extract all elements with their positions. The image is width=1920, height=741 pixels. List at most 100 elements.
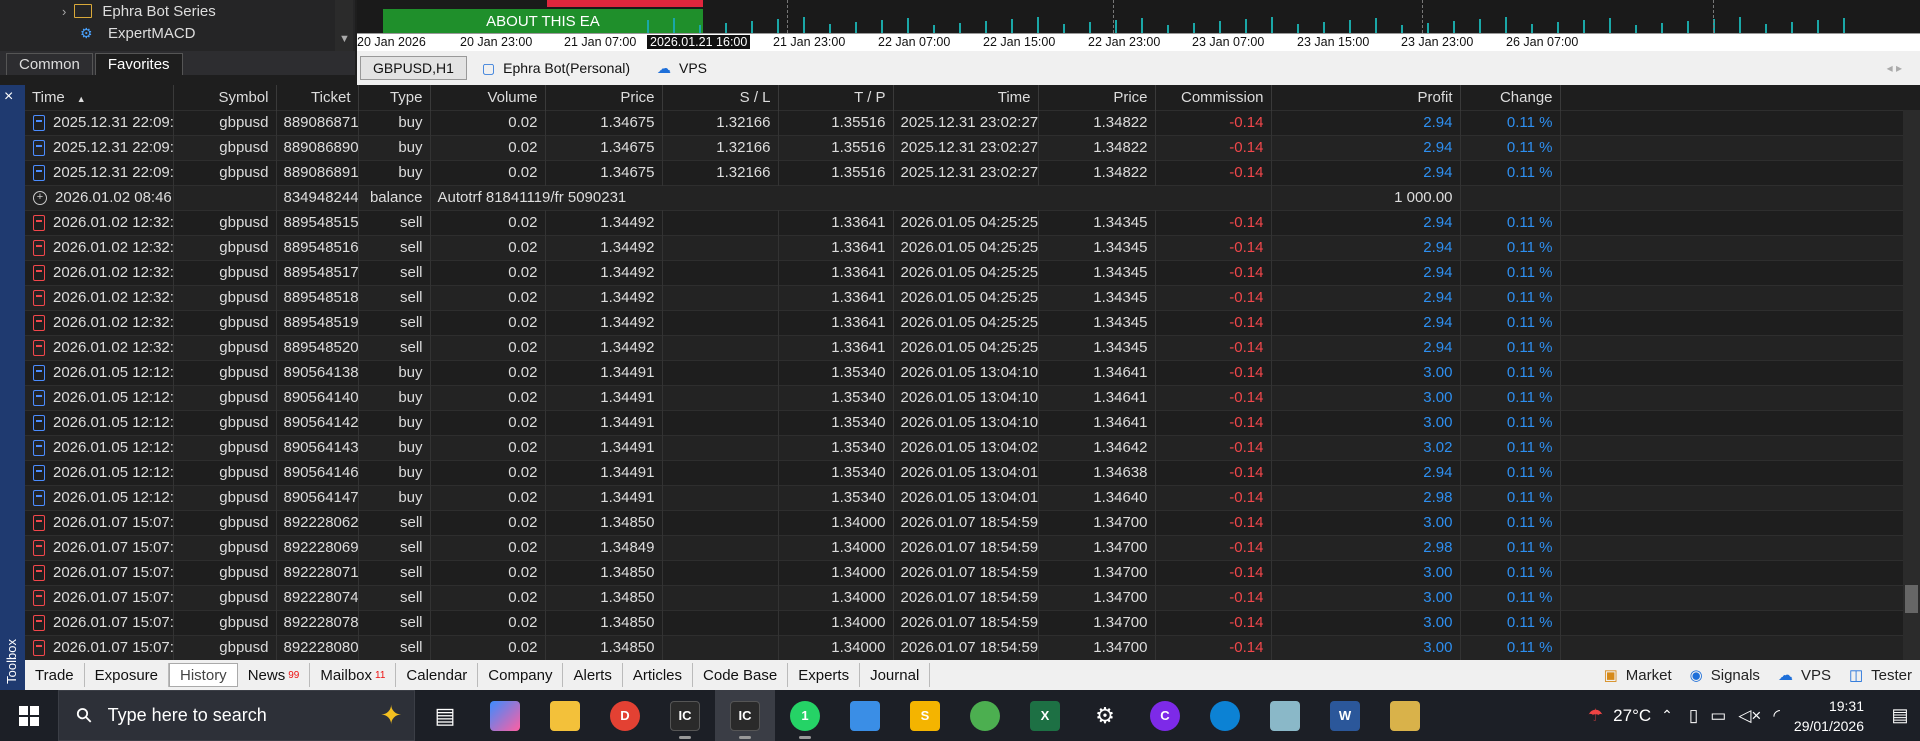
table-row[interactable]: 2026.01.07 15:07:35gbpusd892228069sell0.… bbox=[25, 534, 1903, 560]
axis-label: 23 Jan 15:00 bbox=[1297, 35, 1370, 49]
maps-icon[interactable] bbox=[1375, 690, 1435, 741]
table-scrollbar[interactable] bbox=[1903, 110, 1920, 660]
clock[interactable]: 19:31 29/01/2026 bbox=[1794, 696, 1864, 736]
table-row[interactable]: 2026.01.07 15:07:35gbpusd892228062sell0.… bbox=[25, 509, 1903, 535]
tab-gbpusd-h1[interactable]: GBPUSD,H1 bbox=[360, 56, 467, 80]
vps-button[interactable]: ☁ VPS bbox=[1778, 666, 1831, 685]
table-row[interactable]: 2026.01.05 12:12:18gbpusd890564140buy0.0… bbox=[25, 384, 1903, 410]
file-explorer-icon[interactable] bbox=[535, 690, 595, 741]
volume-icon[interactable]: ◁× bbox=[1738, 706, 1761, 726]
weather-icon[interactable]: ☂ bbox=[1588, 706, 1603, 726]
col-close-price[interactable]: Price bbox=[1038, 85, 1156, 110]
cell-ticket: 889548520 bbox=[276, 334, 359, 360]
table-row[interactable]: 2026.01.07 15:07:36gbpusd892228071sell0.… bbox=[25, 559, 1903, 585]
table-row[interactable]: 2026.01.02 12:32:23gbpusd889548518sell0.… bbox=[25, 284, 1903, 310]
table-row[interactable]: 2026.01.05 12:12:18gbpusd890564146buy0.0… bbox=[25, 459, 1903, 485]
tab-vps[interactable]: ☁ VPS bbox=[645, 56, 719, 80]
photos-icon[interactable] bbox=[835, 690, 895, 741]
weather-temp[interactable]: 27°C bbox=[1613, 706, 1651, 726]
settings-icon[interactable]: ⚙ bbox=[1075, 690, 1135, 741]
table-row[interactable]: 2026.01.07 15:07:36gbpusd892228078sell0.… bbox=[25, 609, 1903, 635]
table-row[interactable]: 2026.01.02 12:32:23gbpusd889548520sell0.… bbox=[25, 334, 1903, 360]
col-tp[interactable]: T / P bbox=[778, 85, 894, 110]
navigator-scrollbar[interactable]: ▼ bbox=[335, 0, 353, 51]
tester-button[interactable]: ◫ Tester bbox=[1849, 666, 1912, 685]
tab-mailbox[interactable]: Mailbox 11 bbox=[310, 663, 397, 687]
edge-icon[interactable] bbox=[1195, 690, 1255, 741]
col-close-time[interactable]: Time bbox=[893, 85, 1039, 110]
tab-ephra-bot[interactable]: ▢ Ephra Bot(Personal) bbox=[470, 56, 642, 80]
slides-icon[interactable]: S bbox=[895, 690, 955, 741]
table-row[interactable]: 2025.12.31 22:09:46gbpusd889086890buy0.0… bbox=[25, 134, 1903, 160]
chevron-up-icon[interactable]: ⌃ bbox=[1661, 707, 1673, 724]
about-ea-banner[interactable]: ABOUT THIS EA bbox=[383, 9, 703, 33]
whatsapp-icon[interactable]: 1 bbox=[775, 690, 835, 741]
col-ticket[interactable]: Ticket bbox=[276, 85, 359, 110]
notes-icon[interactable] bbox=[1255, 690, 1315, 741]
tab-journal[interactable]: Journal bbox=[860, 663, 931, 687]
notification-icon[interactable]: ▤ bbox=[1880, 705, 1920, 726]
ic-markets-global-icon[interactable]: IC bbox=[715, 690, 775, 741]
table-row[interactable]: 2025.12.31 22:09:46gbpusd889086871buy0.0… bbox=[25, 109, 1903, 135]
tab-news[interactable]: News 99 bbox=[238, 663, 311, 687]
word-icon[interactable]: W bbox=[1315, 690, 1375, 741]
table-row[interactable]: 2026.01.02 12:32:23gbpusd889548519sell0.… bbox=[25, 309, 1903, 335]
tree-item-expertmacd[interactable]: ⚙ ExpertMACD bbox=[80, 22, 196, 44]
canva-icon[interactable]: C bbox=[1135, 690, 1195, 741]
table-row[interactable]: 2026.01.02 12:32:23gbpusd889548517sell0.… bbox=[25, 259, 1903, 285]
scroll-thumb[interactable] bbox=[1905, 585, 1918, 613]
cell-close-time: 2026.01.07 18:54:59 bbox=[893, 584, 1039, 610]
tab-favorites[interactable]: Favorites bbox=[94, 53, 183, 75]
tab-alerts[interactable]: Alerts bbox=[563, 663, 623, 687]
tree-item-ephra-bot-series[interactable]: › Ephra Bot Series bbox=[62, 0, 216, 22]
tab-experts[interactable]: Experts bbox=[788, 663, 861, 687]
device-icon[interactable]: ▯ bbox=[1689, 706, 1698, 726]
cell-ticket: 892228069 bbox=[276, 534, 359, 560]
col-volume[interactable]: Volume bbox=[430, 85, 546, 110]
table-row[interactable]: 2026.01.02 12:32:23gbpusd889548516sell0.… bbox=[25, 234, 1903, 260]
table-row[interactable]: +2026.01.02 08:46:19 834948244balanceAuto… bbox=[25, 184, 1903, 210]
table-row[interactable]: 2026.01.05 12:12:18gbpusd890564138buy0.0… bbox=[25, 359, 1903, 385]
table-row[interactable]: 2026.01.07 15:07:36gbpusd892228074sell0.… bbox=[25, 584, 1903, 610]
network-app-icon[interactable] bbox=[955, 690, 1015, 741]
sparkle-icon[interactable]: ✦ bbox=[380, 700, 402, 731]
col-time[interactable]: Time ▲ bbox=[25, 85, 174, 110]
taskbar-search[interactable]: ⚲ Type here to search ✦ bbox=[58, 690, 415, 741]
tab-code-base[interactable]: Code Base bbox=[693, 663, 789, 687]
start-button[interactable] bbox=[0, 690, 58, 741]
col-profit[interactable]: Profit bbox=[1271, 85, 1461, 110]
tab-trade[interactable]: Trade bbox=[25, 663, 85, 687]
table-row[interactable]: 2026.01.05 12:12:18gbpusd890564143buy0.0… bbox=[25, 434, 1903, 460]
signals-button[interactable]: ◉ Signals bbox=[1690, 666, 1760, 685]
tab-company[interactable]: Company bbox=[478, 663, 564, 687]
col-sl[interactable]: S / L bbox=[662, 85, 779, 110]
table-row[interactable]: 2026.01.02 12:32:23gbpusd889548515sell0.… bbox=[25, 209, 1903, 235]
excel-icon[interactable]: X bbox=[1015, 690, 1075, 741]
tab-articles[interactable]: Articles bbox=[623, 663, 694, 687]
col-change[interactable]: Change bbox=[1460, 85, 1561, 110]
col-type[interactable]: Type bbox=[358, 85, 431, 110]
task-view-icon[interactable]: ▤ bbox=[415, 690, 475, 741]
chart-area[interactable]: ABOUT THIS EA 20 Jan 2026 20 Jan 23:00 21 … bbox=[357, 0, 1920, 51]
col-price[interactable]: Price bbox=[545, 85, 663, 110]
col-symbol[interactable]: Symbol bbox=[173, 85, 277, 110]
tab-common[interactable]: Common bbox=[6, 53, 93, 75]
table-row[interactable]: 2026.01.07 15:07:36gbpusd892228080sell0.… bbox=[25, 634, 1903, 660]
copilot-icon[interactable] bbox=[475, 690, 535, 741]
wifi-icon[interactable]: ◜ bbox=[1773, 706, 1780, 726]
close-icon[interactable]: × bbox=[4, 88, 13, 106]
chevron-down-icon[interactable]: ▼ bbox=[339, 33, 350, 45]
tab-history[interactable]: History bbox=[169, 663, 238, 687]
battery-icon[interactable]: ▭ bbox=[1710, 706, 1726, 726]
chrome-icon[interactable]: D bbox=[595, 690, 655, 741]
ic-markets-icon[interactable]: IC bbox=[655, 690, 715, 741]
chevron-right-icon[interactable]: › bbox=[62, 4, 66, 19]
table-row[interactable]: 2025.12.31 22:09:46gbpusd889086891buy0.0… bbox=[25, 159, 1903, 185]
tab-scroll-arrows[interactable]: ◂ ▸ bbox=[1887, 61, 1902, 75]
market-button[interactable]: ▣ Market bbox=[1604, 666, 1672, 685]
col-commission[interactable]: Commission bbox=[1155, 85, 1272, 110]
tab-exposure[interactable]: Exposure bbox=[85, 663, 170, 687]
tab-calendar[interactable]: Calendar bbox=[396, 663, 479, 687]
table-row[interactable]: 2026.01.05 12:12:18gbpusd890564142buy0.0… bbox=[25, 409, 1903, 435]
table-row[interactable]: 2026.01.05 12:12:18gbpusd890564147buy0.0… bbox=[25, 484, 1903, 510]
